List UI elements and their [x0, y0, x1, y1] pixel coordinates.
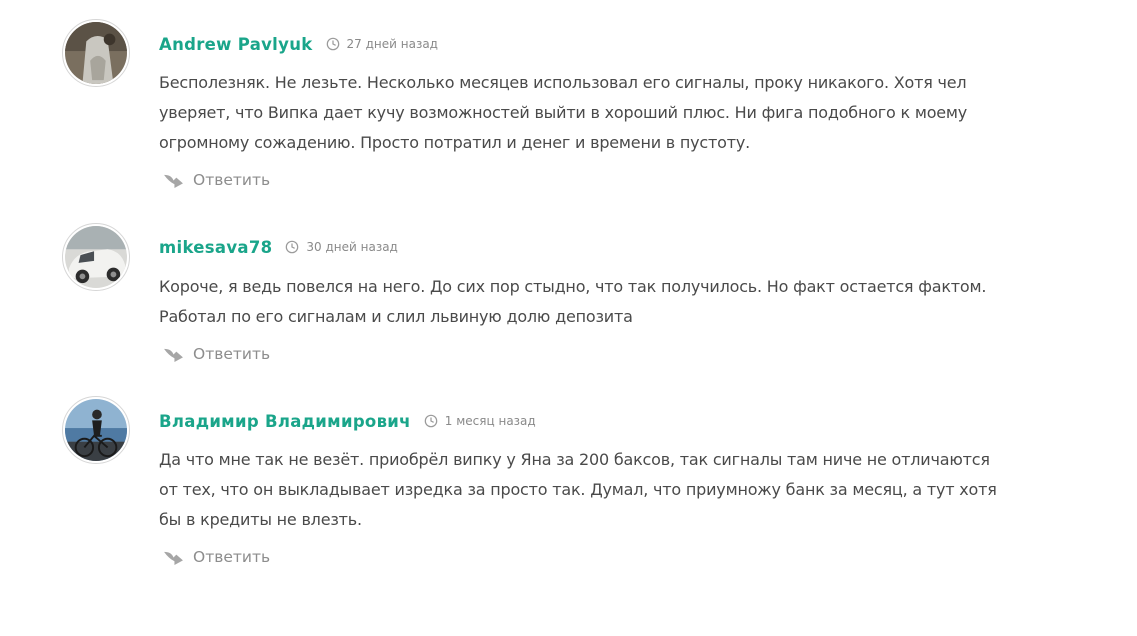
comment-date[interactable]: 30 дней назад: [285, 240, 398, 254]
comment-author[interactable]: Andrew Pavlyuk: [159, 35, 313, 54]
reply-arrow-icon: [164, 174, 183, 188]
reply-label: Ответить: [193, 345, 271, 363]
reply-label: Ответить: [193, 171, 271, 189]
comment-meta: mikesava78 30 дней назад: [159, 236, 398, 258]
clock-icon: [286, 240, 299, 254]
reply-arrow-icon: [164, 348, 183, 362]
reply-arrow-icon: [164, 551, 183, 565]
comment-text: Короче, я ведь повелся на него. До сих п…: [159, 277, 987, 326]
comment-author[interactable]: mikesava78: [159, 238, 272, 257]
comment-date-text: 1 месяц назад: [444, 414, 536, 428]
reply-button[interactable]: Ответить: [163, 171, 270, 189]
avatar-image: [65, 399, 127, 461]
comment-meta: Andrew Pavlyuk 27 дней назад: [159, 33, 438, 55]
avatar[interactable]: [62, 396, 130, 464]
avatar[interactable]: [62, 19, 130, 87]
reply-button[interactable]: Ответить: [163, 548, 270, 566]
comment-date[interactable]: 1 месяц назад: [424, 414, 536, 428]
comment-author[interactable]: Владимир Владимирович: [159, 412, 411, 431]
avatar-image: [65, 226, 127, 288]
comment-date[interactable]: 27 дней назад: [326, 37, 438, 51]
avatar[interactable]: [62, 223, 130, 291]
clock-icon: [424, 414, 438, 428]
reply-button[interactable]: Ответить: [163, 345, 270, 363]
comment-meta: Владимир Владимирович 1 месяц назад: [159, 410, 536, 432]
comment-text: Да что мне так не везёт. приобрёл випку …: [159, 450, 997, 529]
avatar-image: [65, 22, 127, 84]
clock-icon: [326, 37, 339, 51]
comment-date-text: 27 дней назад: [346, 37, 438, 51]
reply-label: Ответить: [193, 548, 271, 566]
comment-date-text: 30 дней назад: [306, 240, 398, 254]
comment-text: Бесполезняк. Не лезьте. Несколько месяце…: [159, 73, 968, 152]
